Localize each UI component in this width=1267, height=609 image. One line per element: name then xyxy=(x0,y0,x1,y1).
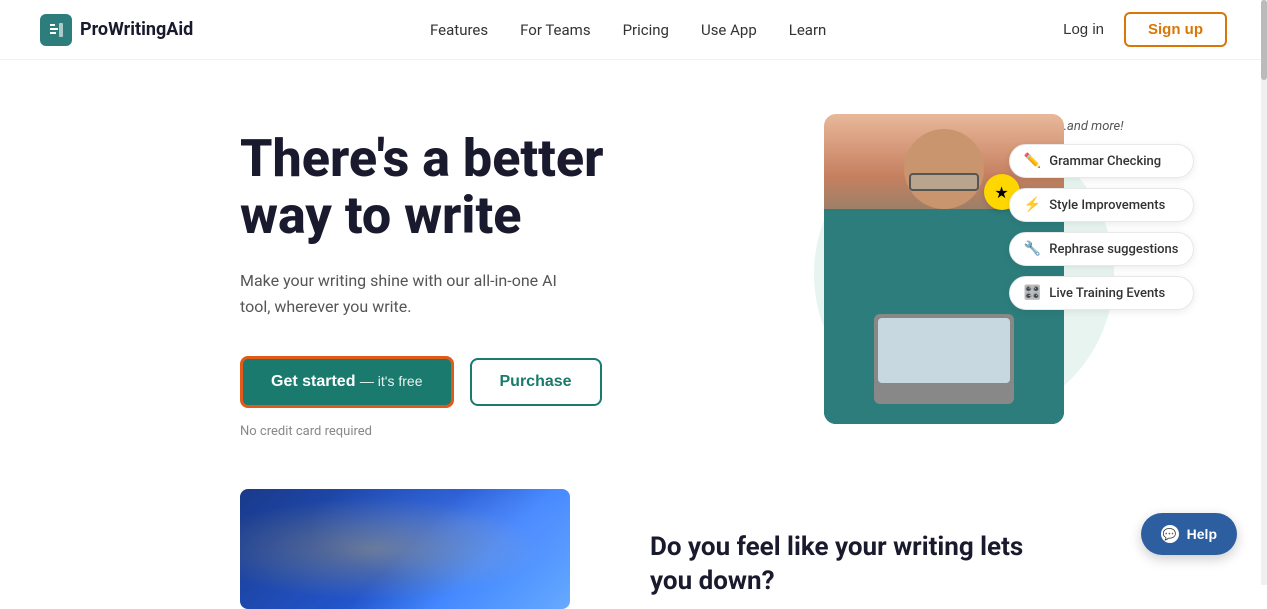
starry-night-art xyxy=(240,489,570,609)
nav-pricing[interactable]: Pricing xyxy=(623,21,669,39)
scrollbar-thumb[interactable] xyxy=(1261,0,1267,80)
nav-teams[interactable]: For Teams xyxy=(520,21,590,39)
bottom-artwork xyxy=(240,489,570,609)
logo-icon xyxy=(40,14,72,46)
laptop-screen xyxy=(878,318,1010,383)
pill-style-label: Style Improvements xyxy=(1049,198,1165,213)
nav-use-app[interactable]: Use App xyxy=(701,21,757,39)
no-credit-text: No credit card required xyxy=(240,424,720,439)
signup-button[interactable]: Sign up xyxy=(1124,12,1227,47)
help-label: Help xyxy=(1187,526,1217,542)
pill-grammar-label: Grammar Checking xyxy=(1049,154,1161,169)
logo[interactable]: ProWritingAid xyxy=(40,14,193,46)
pill-style: ⚡ Style Improvements xyxy=(1009,188,1194,222)
bottom-section: Do you feel like your writing lets you d… xyxy=(0,489,1267,609)
free-label: — it's free xyxy=(360,373,423,389)
help-button[interactable]: 💬 Help xyxy=(1141,513,1237,555)
pill-rephrase: 🔧 Rephrase suggestions xyxy=(1009,232,1194,266)
navbar: ProWritingAid Features For Teams Pricing… xyxy=(0,0,1267,60)
laptop-illustration xyxy=(874,314,1014,404)
person-glasses xyxy=(909,173,979,191)
pill-training: 🎛️ Live Training Events xyxy=(1009,276,1194,310)
help-chat-icon: 💬 xyxy=(1161,525,1179,543)
navbar-actions: Log in Sign up xyxy=(1063,12,1227,47)
bottom-tagline-area: Do you feel like your writing lets you d… xyxy=(650,489,1030,609)
pill-rephrase-label: Rephrase suggestions xyxy=(1049,242,1178,257)
training-icon: 🎛️ xyxy=(1024,285,1041,301)
nav-features[interactable]: Features xyxy=(430,21,488,39)
logo-text: ProWritingAid xyxy=(80,19,193,40)
hero-section: There's a better way to write Make your … xyxy=(0,60,1267,469)
hero-subtitle: Make your writing shine with our all-in-… xyxy=(240,268,580,319)
grammar-icon: ✏️ xyxy=(1024,153,1041,169)
hero-right: ★ ...and more! ✏️ Grammar Checking ⚡ Sty… xyxy=(720,110,1227,439)
hero-left: There's a better way to write Make your … xyxy=(240,110,720,439)
pill-grammar: ✏️ Grammar Checking xyxy=(1009,144,1194,178)
navbar-nav: Features For Teams Pricing Use App Learn xyxy=(430,21,826,39)
get-started-button[interactable]: Get started — it's free xyxy=(240,356,454,408)
login-button[interactable]: Log in xyxy=(1063,21,1104,38)
rephrase-icon: 🔧 xyxy=(1024,241,1041,257)
bottom-tagline: Do you feel like your writing lets you d… xyxy=(650,531,1030,599)
hero-title: There's a better way to write xyxy=(240,130,720,244)
hero-illustration: ★ ...and more! ✏️ Grammar Checking ⚡ Sty… xyxy=(764,114,1184,434)
more-label: ...and more! xyxy=(1057,119,1123,134)
nav-learn[interactable]: Learn xyxy=(789,21,827,39)
person-head xyxy=(904,129,984,209)
scrollbar[interactable] xyxy=(1261,0,1267,585)
purchase-button[interactable]: Purchase xyxy=(470,358,602,406)
style-icon: ⚡ xyxy=(1024,197,1041,213)
pill-training-label: Live Training Events xyxy=(1049,286,1165,301)
hero-cta: Get started — it's free Purchase xyxy=(240,356,720,408)
feature-pills: ✏️ Grammar Checking ⚡ Style Improvements… xyxy=(1009,144,1194,310)
